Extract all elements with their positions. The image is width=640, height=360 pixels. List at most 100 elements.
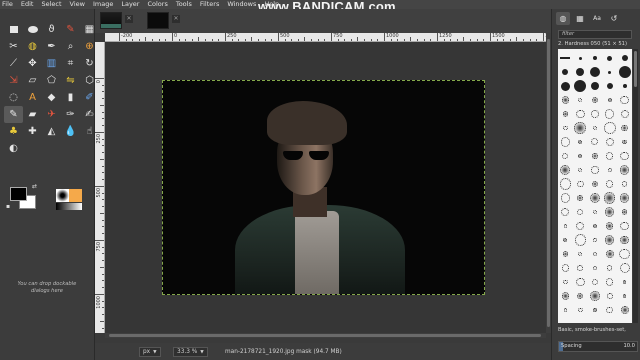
brush-tip[interactable]	[621, 209, 628, 215]
brush-tip[interactable]	[591, 96, 599, 104]
brush-scrollbar[interactable]	[633, 49, 638, 323]
brush-tip[interactable]	[562, 111, 569, 117]
brush-tip[interactable]	[620, 151, 629, 161]
perspective-tool[interactable]: ⬠	[42, 72, 61, 89]
close-tab-icon[interactable]: ✕	[125, 15, 133, 23]
brush-tip[interactable]	[606, 222, 614, 230]
image-layer[interactable]	[162, 80, 485, 295]
brush-tip[interactable]	[592, 153, 598, 159]
brush-tip[interactable]	[559, 178, 572, 190]
text-tool[interactable]: A	[23, 89, 42, 106]
brush-tip[interactable]	[591, 82, 599, 90]
brush-tip[interactable]	[619, 248, 630, 260]
paths-tool[interactable]: ✒	[42, 38, 61, 55]
menu-edit[interactable]: Edit	[17, 0, 38, 9]
zoom-selector[interactable]: 33.3 % ▼	[173, 347, 208, 357]
brush-tip[interactable]	[560, 165, 571, 175]
brush-tip[interactable]	[593, 308, 597, 312]
unit-selector[interactable]: px ▼	[139, 347, 161, 357]
brush-tip[interactable]	[607, 265, 613, 271]
menu-select[interactable]: Select	[37, 0, 65, 9]
menu-file[interactable]: File	[0, 0, 17, 9]
brush-tip[interactable]	[575, 109, 585, 119]
brush-tip[interactable]	[591, 278, 599, 286]
brush-tip[interactable]	[591, 138, 599, 146]
brush-tip[interactable]	[577, 251, 583, 257]
menu-layer[interactable]: Layer	[117, 0, 143, 9]
brush-tip[interactable]	[562, 69, 569, 75]
image-canvas[interactable]	[105, 42, 546, 333]
brush-tip[interactable]	[592, 125, 598, 131]
brush-tip[interactable]	[561, 96, 570, 104]
paintbrush-tool[interactable]: ✎	[4, 106, 23, 123]
brush-tip[interactable]	[620, 221, 629, 231]
brush-tip[interactable]	[576, 221, 585, 231]
brush-tip[interactable]	[574, 80, 587, 92]
brush-tip[interactable]	[562, 251, 568, 257]
brush-tip[interactable]	[619, 262, 630, 274]
brush-tip[interactable]	[577, 292, 584, 299]
scale-tool[interactable]: ⇲	[4, 72, 23, 89]
brush-tip[interactable]	[605, 235, 615, 245]
patterns-icon[interactable]: ▦	[573, 12, 587, 25]
fuzzy-select-tool[interactable]: ✎	[61, 21, 80, 38]
dodge-burn-tool[interactable]: ◐	[4, 140, 23, 157]
image-tab-thumbnail-1[interactable]	[100, 12, 122, 29]
brush-tip[interactable]	[578, 97, 583, 102]
foreground-select-tool[interactable]: ◍	[23, 38, 42, 55]
brush-tip[interactable]	[577, 209, 584, 215]
brush-tip[interactable]	[605, 138, 614, 146]
menu-windows[interactable]: Windows	[223, 0, 260, 9]
brush-tip[interactable]	[607, 98, 612, 102]
brush-tip[interactable]	[563, 224, 567, 228]
brush-tip[interactable]	[621, 124, 628, 132]
brush-tip[interactable]	[593, 224, 597, 228]
brush-tip[interactable]	[560, 81, 570, 91]
brush-tip[interactable]	[593, 56, 597, 60]
brush-tip[interactable]	[606, 152, 614, 160]
brush-tip[interactable]	[620, 306, 629, 314]
horizontal-scrollbar[interactable]	[105, 333, 546, 338]
brush-tip[interactable]	[563, 279, 568, 285]
brush-tip[interactable]	[606, 306, 614, 314]
flip-tool[interactable]: ⇋	[61, 72, 80, 89]
active-gradient-preview[interactable]	[56, 203, 82, 210]
brush-tip[interactable]	[620, 235, 630, 245]
brush-tip[interactable]	[576, 180, 584, 188]
brush-tip[interactable]	[606, 83, 613, 89]
brush-tip[interactable]	[622, 139, 627, 145]
brush-tags-field[interactable]: Basic, smoke-brushes-set,	[558, 327, 638, 336]
brush-tip[interactable]	[622, 294, 627, 298]
brush-tip[interactable]	[605, 250, 614, 258]
spacing-slider[interactable]: Spacing 10.0	[558, 341, 638, 352]
measure-tool[interactable]: ⟋	[4, 55, 23, 72]
brush-tip[interactable]	[589, 192, 601, 204]
brush-tip[interactable]	[603, 122, 616, 134]
brush-tip[interactable]	[576, 68, 585, 76]
brush-tip[interactable]	[604, 192, 616, 204]
brush-tip[interactable]	[618, 66, 631, 78]
menu-filters[interactable]: Filters	[196, 0, 223, 9]
brush-tip[interactable]	[606, 278, 614, 286]
active-pattern-preview[interactable]	[69, 189, 82, 202]
perspective-clone-tool[interactable]: ◭	[42, 123, 61, 140]
brush-tip[interactable]	[560, 57, 571, 59]
brush-tip[interactable]	[592, 209, 598, 215]
brush-tip[interactable]	[562, 152, 569, 160]
brush-tip[interactable]	[623, 280, 627, 284]
brush-tip[interactable]	[620, 109, 629, 118]
color-picker-tool[interactable]: ⌕	[61, 38, 80, 55]
brush-tip[interactable]	[605, 109, 615, 119]
brushes-icon[interactable]: ◍	[556, 11, 570, 25]
crop-tool[interactable]: ⌗	[61, 55, 80, 72]
menu-view[interactable]: View	[66, 0, 89, 9]
brush-tip[interactable]	[607, 293, 613, 299]
brush-tip[interactable]	[621, 55, 628, 61]
rect-select-tool[interactable]	[4, 21, 23, 38]
brush-tip[interactable]	[593, 252, 597, 256]
brush-tip[interactable]	[574, 122, 586, 134]
brush-tip[interactable]	[574, 234, 586, 246]
brush-tip[interactable]	[561, 292, 569, 300]
brush-tip[interactable]	[577, 265, 583, 271]
brush-tip[interactable]	[577, 307, 583, 313]
